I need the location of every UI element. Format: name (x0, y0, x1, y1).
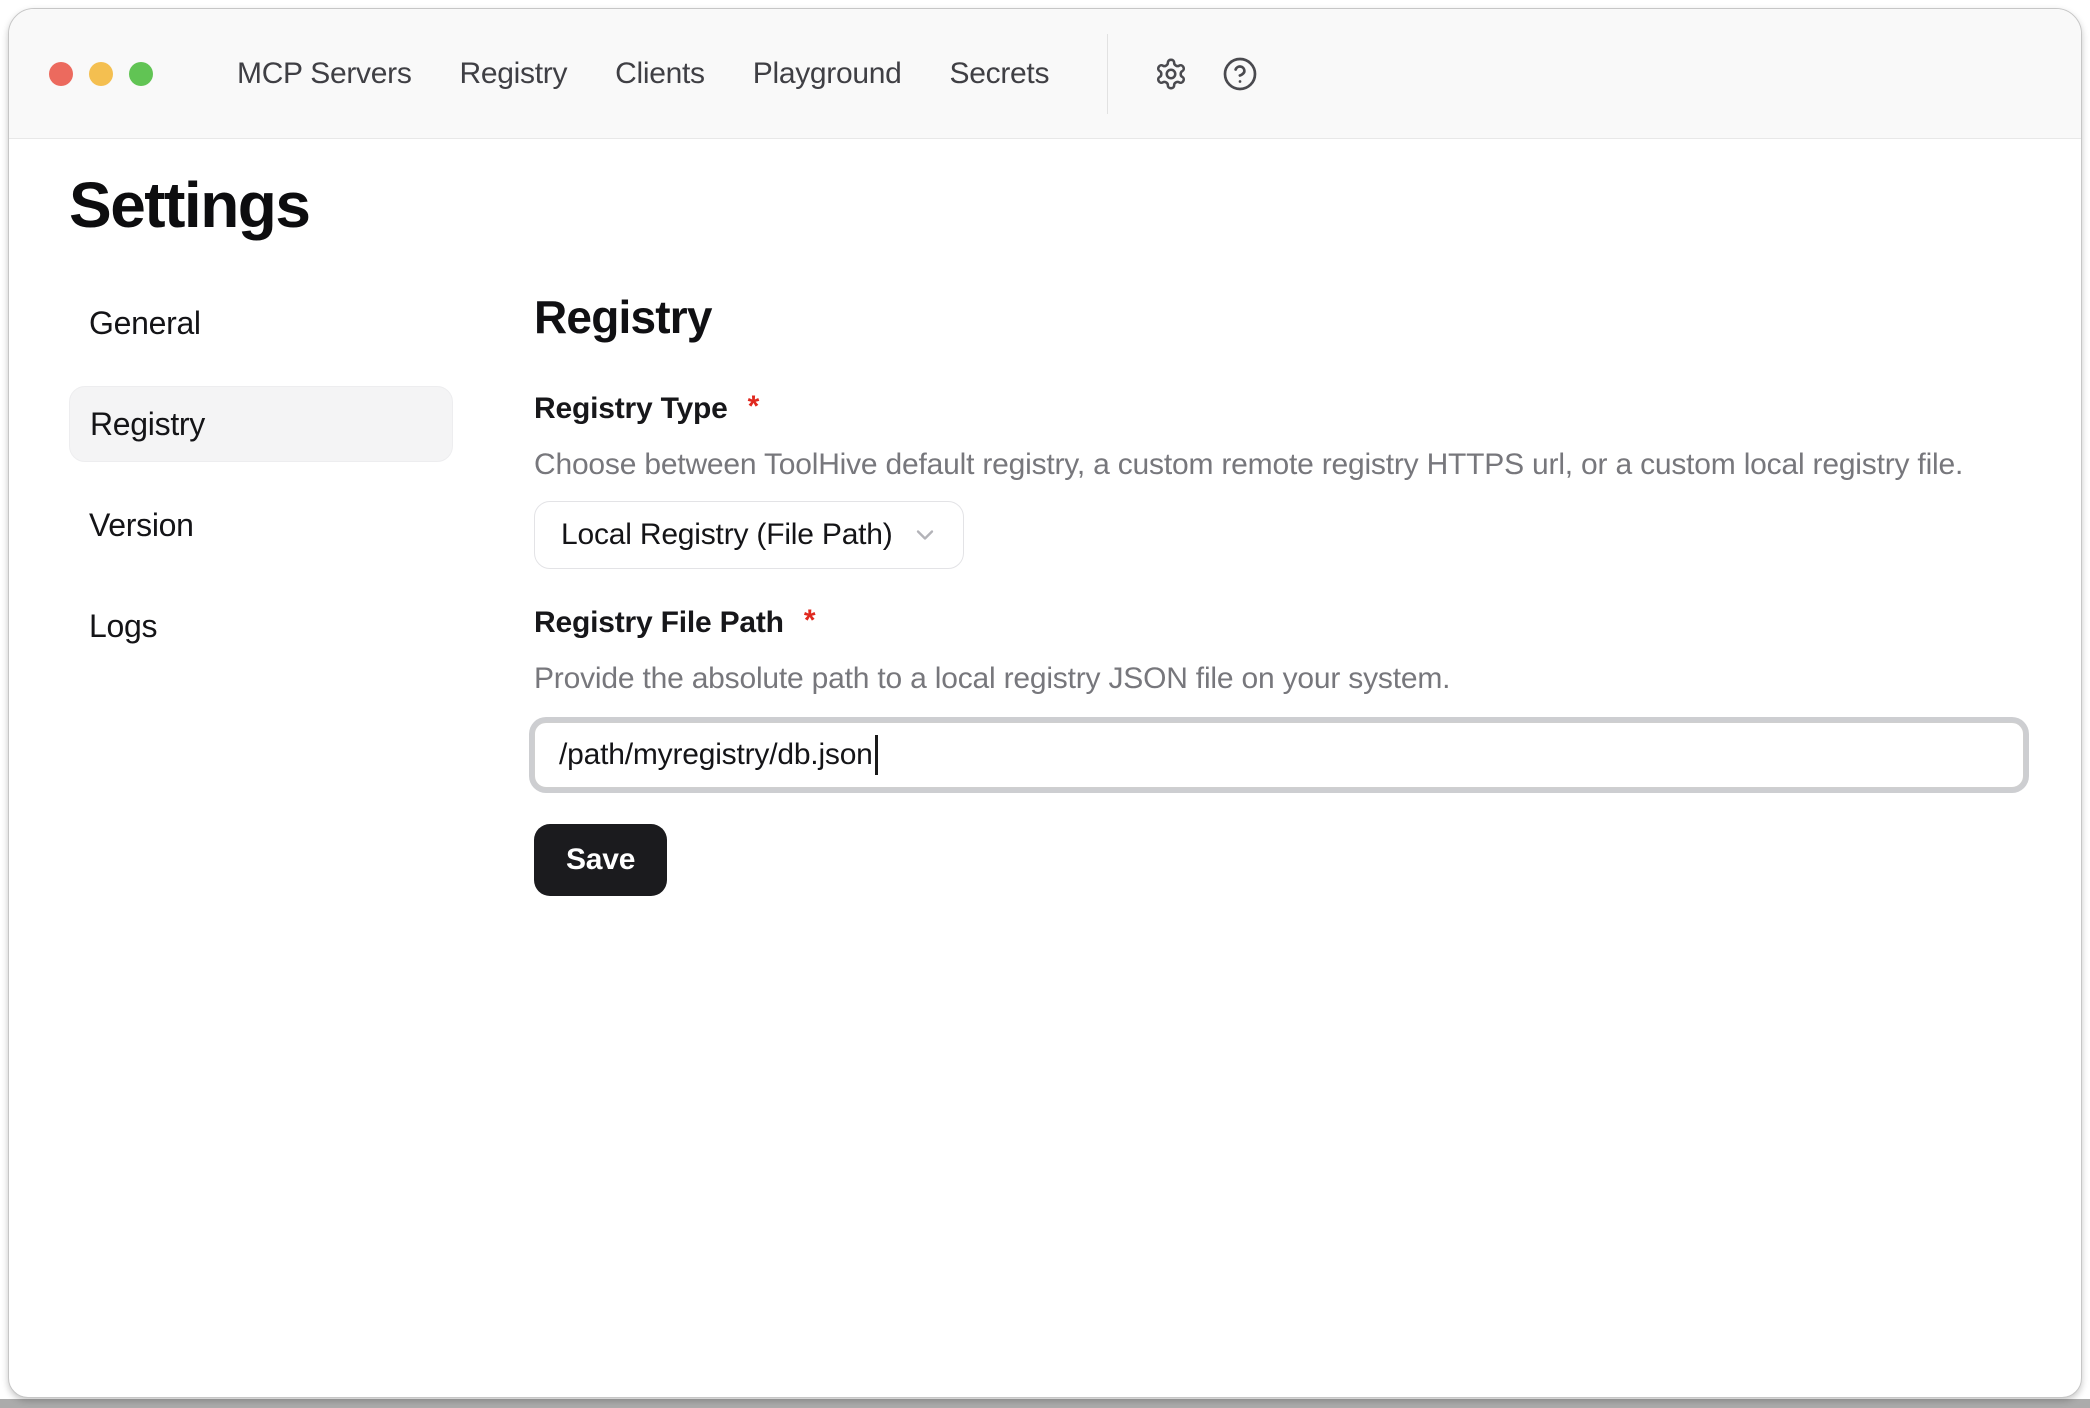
registry-file-path-label: Registry File Path (534, 603, 784, 643)
save-button[interactable]: Save (534, 824, 667, 896)
sidebar-item-logs[interactable]: Logs (69, 588, 453, 664)
settings-button[interactable] (1154, 57, 1188, 91)
registry-type-label: Registry Type (534, 389, 728, 429)
input-value: /path/myregistry/db.json (559, 738, 873, 772)
registry-file-path-description: Provide the absolute path to a local reg… (534, 659, 2024, 699)
settings-layout: General Registry Version Logs Registry R… (69, 285, 2081, 896)
text-caret (875, 735, 878, 775)
nav-item-clients[interactable]: Clients (615, 57, 705, 91)
titlebar: MCP Servers Registry Clients Playground … (9, 9, 2081, 139)
close-button[interactable] (49, 62, 73, 86)
sidebar-item-version[interactable]: Version (69, 487, 453, 563)
nav-item-secrets[interactable]: Secrets (950, 57, 1050, 91)
registry-panel: Registry Registry Type * Choose between … (534, 285, 2024, 896)
window-controls (49, 62, 153, 86)
nav-item-playground[interactable]: Playground (753, 57, 902, 91)
settings-sidebar: General Registry Version Logs (69, 285, 453, 896)
app-window: MCP Servers Registry Clients Playground … (8, 8, 2082, 1398)
registry-file-path-field: Registry File Path * Provide the absolut… (534, 603, 2024, 788)
required-asterisk: * (748, 389, 760, 425)
required-asterisk: * (804, 603, 816, 639)
settings-page: Settings General Registry Version Logs R… (9, 139, 2081, 896)
panel-heading: Registry (534, 289, 2024, 345)
registry-type-dropdown[interactable]: Local Registry (File Path) (534, 501, 964, 569)
zoom-button[interactable] (129, 62, 153, 86)
registry-file-path-input[interactable]: /path/myregistry/db.json (534, 722, 2024, 788)
sidebar-item-registry[interactable]: Registry (69, 386, 453, 462)
registry-type-field: Registry Type * Choose between ToolHive … (534, 389, 2024, 569)
nav-item-mcp-servers[interactable]: MCP Servers (237, 57, 412, 91)
sidebar-item-general[interactable]: General (69, 285, 453, 361)
registry-type-description: Choose between ToolHive default registry… (534, 445, 2024, 485)
minimize-button[interactable] (89, 62, 113, 86)
gear-icon (1154, 57, 1188, 91)
help-button[interactable] (1222, 56, 1258, 92)
page-title: Settings (69, 167, 2081, 243)
help-icon (1222, 56, 1258, 92)
main-nav: MCP Servers Registry Clients Playground … (237, 57, 1049, 91)
nav-item-registry[interactable]: Registry (460, 57, 568, 91)
desktop-background-strip (0, 1399, 2090, 1408)
titlebar-divider (1107, 34, 1108, 114)
dropdown-selected-value: Local Registry (File Path) (561, 518, 893, 552)
chevron-down-icon (911, 521, 939, 549)
